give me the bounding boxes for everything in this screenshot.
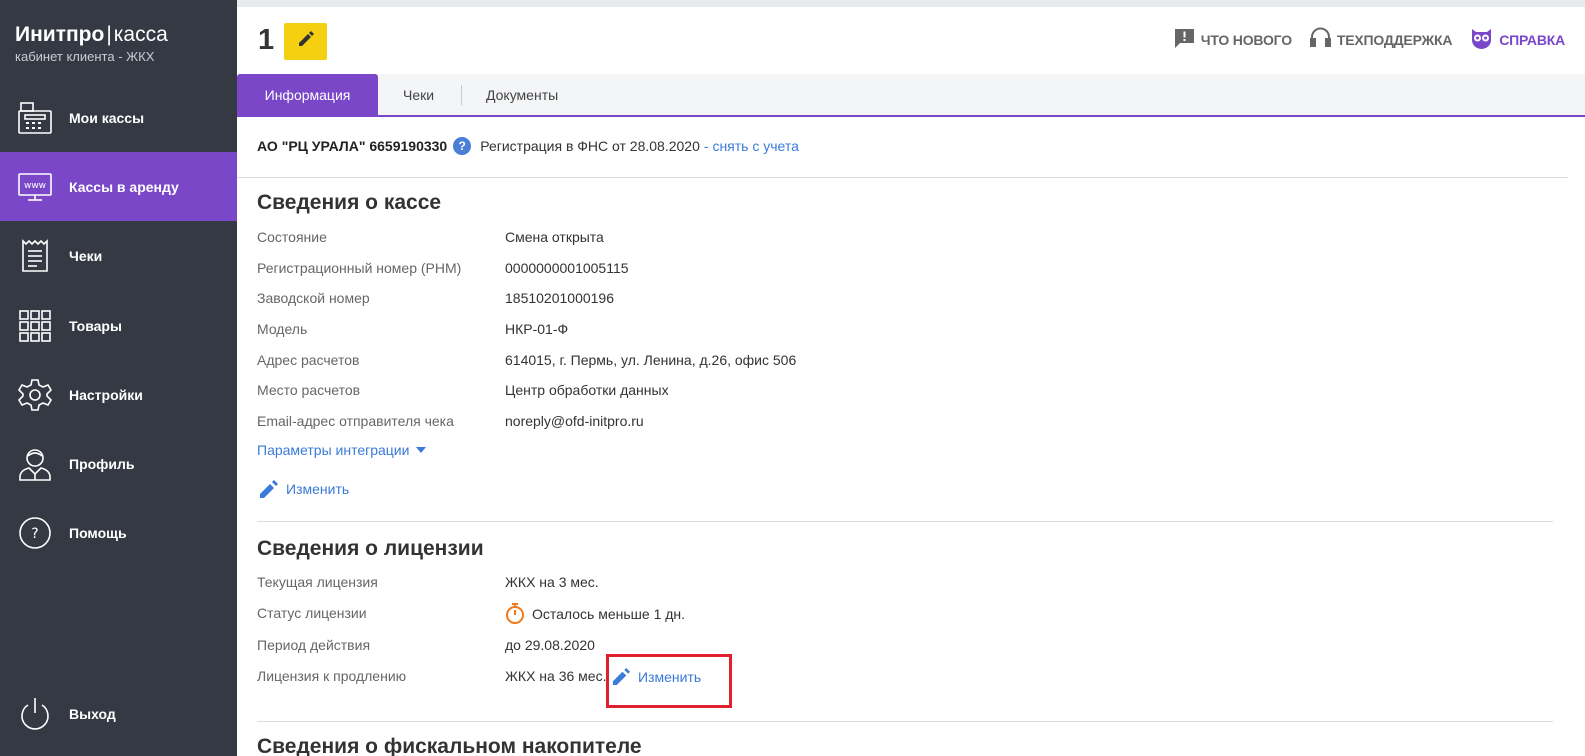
divider — [257, 521, 1553, 522]
brand-separator: | — [106, 23, 112, 46]
tab-receipts[interactable]: Чеки — [403, 74, 434, 115]
field-value: ЖКХ на 3 мес. — [505, 574, 599, 590]
field-label: Статус лицензии — [257, 605, 367, 621]
sidebar-item-help[interactable]: ? Помощь — [0, 498, 237, 567]
org-line: АО "РЦ УРАЛА" 6659190330 ? Регистрация в… — [257, 137, 799, 155]
field-value: ЖКХ на 36 мес. — [505, 668, 607, 684]
sidebar-item-label: Профиль — [69, 455, 135, 472]
tab-bar: Информация Чеки Документы — [237, 74, 1585, 117]
support-label: ТЕХПОДДЕРЖКА — [1336, 31, 1453, 48]
tab-separator — [461, 85, 462, 105]
brand-name: Инитпро — [15, 23, 105, 46]
pencil-icon — [297, 30, 315, 53]
stopwatch-icon — [505, 603, 525, 624]
whats-new-link[interactable]: ЧТО НОВОГО — [1174, 28, 1292, 52]
tab-documents[interactable]: Документы — [486, 74, 558, 115]
top-links: ЧТО НОВОГО ТЕХПОДДЕРЖКА СПРАВКА — [1156, 27, 1565, 52]
sidebar-item-profile[interactable]: Профиль — [0, 429, 237, 498]
brand-title: Инитпро|касса — [15, 22, 168, 48]
caret-down-icon — [416, 447, 433, 453]
field-label: Период действия — [257, 637, 371, 653]
field-value: до 29.08.2020 — [505, 637, 595, 653]
question-icon[interactable]: ? — [453, 137, 472, 155]
field-label: Заводской номер — [257, 290, 370, 306]
logout-label: Выход — [69, 705, 116, 722]
field-label: Текущая лицензия — [257, 574, 378, 590]
sidebar-item-receipts[interactable]: Чеки — [0, 221, 237, 290]
license-status-text: Осталось меньше 1 дн. — [532, 605, 686, 622]
sidebar-item-settings[interactable]: Настройки — [0, 360, 237, 429]
kassa-section-title: Сведения о кассе — [257, 191, 442, 214]
field-label: Модель — [257, 321, 308, 337]
sidebar: Инитпро|касса кабинет клиента - ЖКХ Мои … — [0, 0, 237, 756]
divider — [237, 177, 1568, 178]
help-link[interactable]: СПРАВКА — [1470, 28, 1565, 52]
gear-icon — [16, 376, 54, 414]
whats-new-label: ЧТО НОВОГО — [1200, 31, 1292, 48]
power-icon — [16, 695, 54, 733]
field-label: Email-адрес отправителя чека — [257, 413, 454, 429]
field-label: Место расчетов — [257, 382, 361, 398]
integration-params-label: Параметры интеграции — [257, 442, 410, 458]
pencil-icon — [259, 479, 286, 499]
field-label: Адрес расчетов — [257, 352, 360, 368]
integration-params-toggle[interactable]: Параметры интеграции — [257, 442, 433, 458]
receipt-icon — [16, 237, 54, 275]
grid-icon — [16, 307, 54, 345]
sidebar-item-label: Товары — [69, 317, 122, 334]
owl-icon — [1470, 28, 1499, 52]
license-section-title: Сведения о лицензии — [257, 537, 484, 560]
highlight-box — [606, 654, 732, 708]
sidebar-item-label: Помощь — [69, 524, 127, 541]
org-name: АО "РЦ УРАЛА" 6659190330 — [257, 138, 448, 154]
edit-kassa-button[interactable]: Изменить — [259, 479, 349, 499]
field-value: НКР-01-Ф — [505, 321, 569, 337]
logout-button[interactable]: Выход — [0, 679, 237, 748]
field-value: Осталось меньше 1 дн. — [505, 603, 685, 624]
sidebar-item-my-kassas[interactable]: Мои кассы — [0, 83, 237, 152]
field-value: noreply@ofd-initpro.ru — [505, 413, 644, 429]
unregister-link[interactable]: - снять с учета — [704, 138, 799, 154]
brand-name-light: касса — [113, 23, 168, 46]
user-icon — [16, 445, 54, 483]
field-value: 0000000001005115 — [505, 260, 629, 276]
help-label: СПРАВКА — [1499, 31, 1565, 48]
help-circle-icon: ? — [16, 514, 54, 552]
message-alert-icon — [1174, 28, 1201, 52]
headset-icon — [1309, 27, 1337, 52]
sidebar-item-label: Мои кассы — [69, 109, 145, 126]
sidebar-item-label: Кассы в аренду — [69, 178, 179, 195]
field-value: Смена открыта — [505, 229, 604, 245]
field-value: 18510201000196 — [505, 290, 615, 306]
support-link[interactable]: ТЕХПОДДЕРЖКА — [1309, 27, 1453, 52]
field-label: Регистрационный номер (РНМ) — [257, 260, 462, 276]
sidebar-item-rent-kassas[interactable]: www Кассы в аренду — [0, 152, 237, 221]
divider — [257, 721, 1553, 722]
svg-text:www: www — [24, 181, 46, 191]
sidebar-item-label: Чеки — [69, 247, 103, 264]
edit-kassa-label: Изменить — [286, 481, 350, 497]
brand[interactable]: Инитпро|касса кабинет клиента - ЖКХ — [15, 22, 168, 64]
sidebar-item-label: Настройки — [69, 386, 143, 403]
registration-text: Регистрация в ФНС от 28.08.2020 — [480, 138, 700, 154]
tab-information[interactable]: Информация — [237, 74, 378, 115]
top-bar: 1 ЧТО НОВОГО ТЕХПОДДЕРЖКА СПРАВКА — [237, 0, 1585, 74]
sidebar-item-goods[interactable]: Товары — [0, 291, 237, 360]
page-title: 1 — [258, 24, 275, 56]
svg-text:?: ? — [31, 526, 38, 542]
brand-subtitle: кабинет клиента - ЖКХ — [15, 49, 155, 64]
monitor-www-icon: www — [16, 168, 54, 206]
field-label: Лицензия к продлению — [257, 668, 407, 684]
field-value: Центр обработки данных — [505, 382, 669, 398]
edit-title-button[interactable] — [284, 23, 327, 60]
field-label: Состояние — [257, 229, 327, 245]
field-value: 614015, г. Пермь, ул. Ленина, д.26, офис… — [505, 352, 797, 368]
cash-register-icon — [16, 99, 54, 137]
fiscal-section-title: Сведения о фискальном накопителе — [257, 735, 642, 756]
